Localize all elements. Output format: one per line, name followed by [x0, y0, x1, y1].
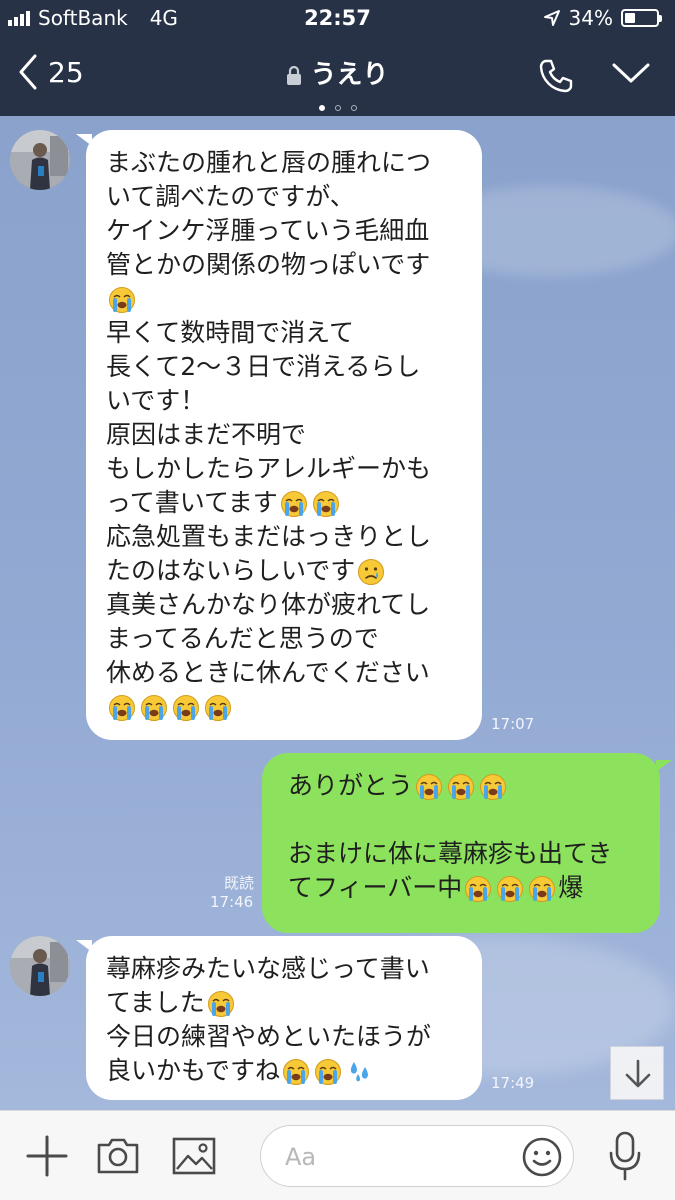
- crying-face-icon: [141, 695, 167, 721]
- message-bubble-incoming[interactable]: まぶたの腫れと唇の腫れにつ いて調べたのですが、ケインケ浮腫っていう毛細血 管とかの…: [86, 130, 482, 740]
- message-line: まってるんだと思うので: [106, 624, 379, 653]
- crying-face-icon: [529, 876, 556, 902]
- crying-face-icon: [312, 491, 339, 517]
- message-line: たのはないらしいです: [106, 554, 462, 588]
- microphone-icon[interactable]: [608, 1131, 642, 1181]
- crying-face-icon: [109, 695, 135, 721]
- message-line: 原因はまだ不明で: [106, 420, 307, 449]
- avatar[interactable]: [10, 130, 70, 190]
- message-input-bar: [0, 1110, 675, 1200]
- crying-face-icon: [283, 1059, 310, 1085]
- message-line: もしかしたらアレルギーかも: [106, 454, 432, 483]
- status-right: 34%: [543, 6, 662, 30]
- crying-face-icon: [205, 695, 231, 721]
- read-receipt: 既読: [224, 874, 255, 892]
- message-line: って書いてます: [106, 486, 462, 520]
- page-dot[interactable]: [350, 105, 357, 111]
- camera-icon[interactable]: [96, 1135, 140, 1175]
- message-line: 応急処置もまだはっきりとし: [106, 522, 432, 551]
- battery-percent: 34%: [568, 6, 613, 30]
- message-line: 今日の練習やめといたほうが: [106, 1022, 432, 1051]
- battery-icon: [621, 9, 662, 27]
- crying-face-icon: [416, 774, 443, 800]
- header: SoftBank 4G 22:57 34% 25 うえり: [0, 0, 675, 116]
- crying-face-icon: [109, 287, 135, 313]
- message-line: 蕁麻疹みたいな感じって書い: [106, 954, 430, 983]
- message-bubble-incoming[interactable]: 蕁麻疹みたいな感じって書いてました 今日の練習やめといたほうが良いかもですね: [86, 936, 482, 1100]
- message-time: 17:49: [491, 1074, 535, 1092]
- smiley-icon[interactable]: [521, 1136, 563, 1178]
- bubble-tail: [656, 760, 672, 772]
- crying-face-icon: [315, 1059, 342, 1085]
- message-line: ケインケ浮腫っていう毛細血: [106, 216, 430, 245]
- battery-fill: [625, 13, 636, 23]
- chat-area[interactable]: まぶたの腫れと唇の腫れにつ いて調べたのですが、ケインケ浮腫っていう毛細血 管とかの…: [0, 116, 675, 1110]
- message-line: いです！: [106, 386, 206, 415]
- message-line: 早くて数時間で消えて: [106, 318, 355, 347]
- chat-nav-bar: 25 うえり: [0, 44, 675, 104]
- message-line: [106, 282, 462, 316]
- message-time: 17:07: [491, 715, 535, 733]
- message-line: てました: [106, 986, 462, 1020]
- message-line: おまけに体に蕁麻疹も出てき: [288, 839, 613, 868]
- crying-face-icon: [173, 695, 199, 721]
- message-line: [288, 803, 634, 837]
- avatar-photo: [10, 936, 70, 996]
- crying-face-icon: [280, 491, 307, 517]
- message-line: いて調べたのですが、: [106, 182, 355, 211]
- crying-face-icon: [480, 774, 507, 800]
- location-arrow-icon: [543, 10, 560, 26]
- crying-face-icon: [497, 876, 524, 902]
- message-line: 良いかもですね: [106, 1054, 462, 1088]
- message-line: てフィーバー中爆: [288, 873, 584, 902]
- message-input[interactable]: [283, 1140, 507, 1174]
- sweat-drops-icon: [350, 1062, 369, 1082]
- message-line: まぶたの腫れと唇の腫れにつ: [106, 148, 432, 177]
- avatar-photo: [10, 130, 70, 190]
- page-indicator: [0, 96, 675, 115]
- scroll-to-bottom-button[interactable]: [610, 1046, 664, 1100]
- phone-icon[interactable]: [538, 58, 574, 94]
- message-line: 長くて2〜３日で消えるらし: [106, 352, 421, 381]
- chat-name: うえり: [310, 60, 389, 90]
- status-bar: SoftBank 4G 22:57 34%: [0, 0, 675, 38]
- message-line: [106, 690, 462, 724]
- message-input-field[interactable]: [260, 1125, 574, 1187]
- crying-face-icon: [448, 774, 475, 800]
- crying-face-icon: [207, 991, 234, 1017]
- page-dot[interactable]: [334, 105, 341, 111]
- sad-face-icon: [358, 559, 385, 585]
- message-time: 17:46: [210, 893, 254, 911]
- message-line: ありがとう: [288, 769, 634, 803]
- chevron-down-icon[interactable]: [612, 62, 650, 84]
- avatar[interactable]: [10, 936, 70, 996]
- arrow-down-icon: [625, 1059, 651, 1088]
- page-dot[interactable]: [318, 105, 325, 111]
- message-line: 休めるときに休んでください: [106, 658, 430, 687]
- message-bubble-outgoing[interactable]: ありがとう おまけに体に蕁麻疹も出てき てフィーバー中爆: [262, 753, 660, 933]
- lock-icon: [287, 65, 302, 85]
- message-line: 真美さんかなり体が疲れてし: [106, 590, 431, 619]
- image-icon[interactable]: [172, 1137, 216, 1175]
- plus-icon[interactable]: [26, 1135, 68, 1177]
- crying-face-icon: [465, 876, 492, 902]
- line-chat-screen: SoftBank 4G 22:57 34% 25 うえり まぶたの腫れと唇の腫れ…: [0, 0, 675, 1200]
- message-line: 管とかの関係の物っぽいです: [106, 250, 431, 279]
